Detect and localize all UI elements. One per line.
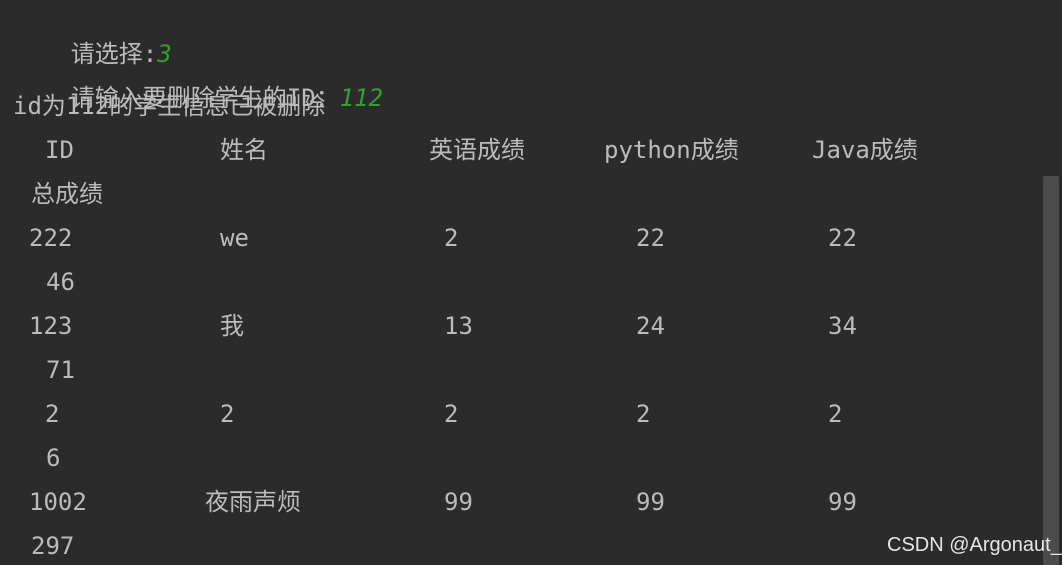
table-row-2-java: 34 <box>828 312 857 340</box>
table-row-1-total: 46 <box>46 268 75 296</box>
table-row-4-total: 297 <box>31 532 75 560</box>
table-row-1-java: 22 <box>828 224 857 252</box>
choose-prompt-line: 请选择:3 <box>13 0 172 68</box>
table-row-3-english: 2 <box>444 400 459 428</box>
table-row-4-english: 99 <box>444 488 473 516</box>
table-row-3-python: 2 <box>636 400 651 428</box>
table-row-1-id: 222 <box>29 224 73 252</box>
table-row-1-name: we <box>220 224 249 252</box>
vertical-scrollbar-thumb[interactable] <box>1043 176 1059 565</box>
table-row-4-id: 1002 <box>29 488 87 516</box>
header-java: Java成绩 <box>812 136 918 164</box>
table-row-2-python: 24 <box>636 312 665 340</box>
table-row-3-name: 2 <box>220 400 235 428</box>
table-row-4-name: 夜雨声烦 <box>205 488 301 516</box>
delete-input-value: 112 <box>339 84 384 112</box>
table-row-2-name: 我 <box>220 312 244 340</box>
table-row-2-total: 71 <box>46 356 75 384</box>
header-python: python成绩 <box>604 136 739 164</box>
table-row-3-id: 2 <box>45 400 60 428</box>
result-message: id为112的学生信息已被删除 <box>13 92 326 120</box>
table-row-1-python: 22 <box>636 224 665 252</box>
watermark: CSDN @Argonaut_ <box>887 534 1062 556</box>
header-total: 总成绩 <box>31 180 103 208</box>
table-row-4-python: 99 <box>636 488 665 516</box>
header-english: 英语成绩 <box>429 136 525 164</box>
table-row-2-id: 123 <box>29 312 73 340</box>
table-row-2-english: 13 <box>444 312 473 340</box>
table-row-4-java: 99 <box>828 488 857 516</box>
header-name: 姓名 <box>220 136 268 164</box>
table-row-1-english: 2 <box>444 224 459 252</box>
table-row-3-java: 2 <box>828 400 843 428</box>
header-id: ID <box>45 136 74 164</box>
table-row-3-total: 6 <box>46 444 61 472</box>
delete-prompt-line: 请输入要删除学生的ID：112 <box>13 44 383 112</box>
